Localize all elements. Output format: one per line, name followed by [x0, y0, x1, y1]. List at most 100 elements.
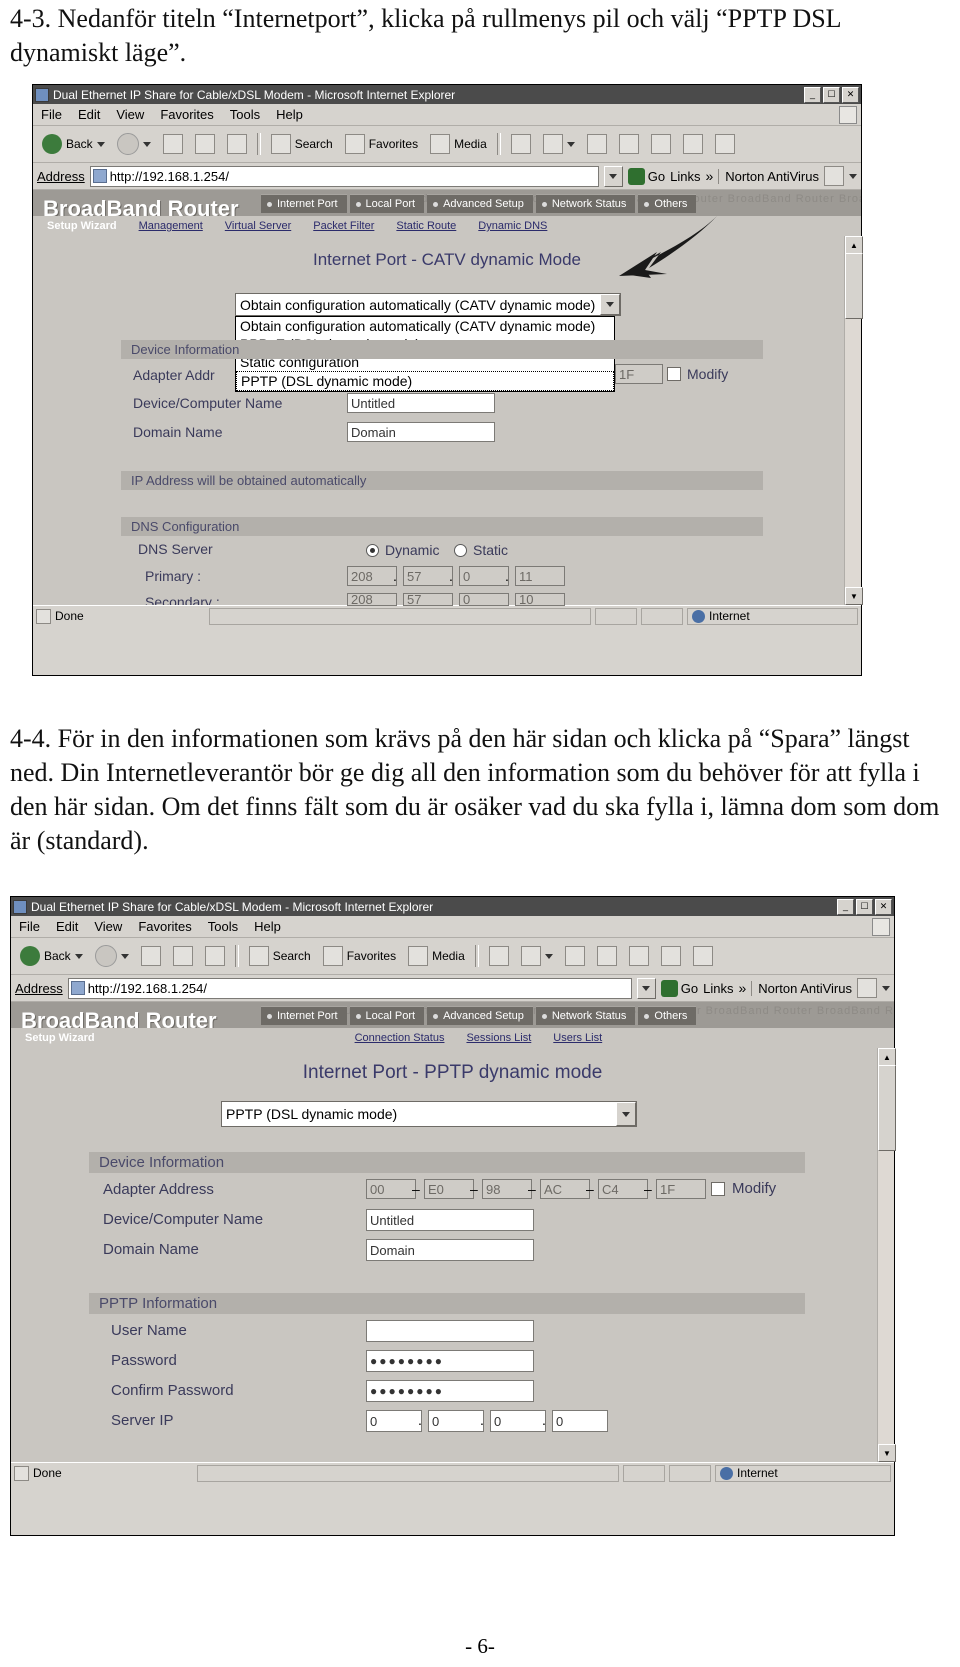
- device-name-input-1[interactable]: Untitled: [347, 393, 495, 413]
- norton-icon[interactable]: [824, 166, 844, 186]
- domain-name-input-2[interactable]: Domain: [366, 1239, 534, 1261]
- router-nav-1[interactable]: Internet Port Local Port Advanced Setup …: [261, 194, 697, 213]
- server-ip-octet-4[interactable]: 0: [552, 1410, 608, 1432]
- discuss-button[interactable]: [646, 132, 676, 156]
- mode-dropdown-1[interactable]: Obtain configuration automatically (CATV…: [235, 293, 621, 316]
- server-ip-octet-2[interactable]: 0: [428, 1410, 484, 1432]
- dns-dynamic-radio-row[interactable]: Dynamic: [366, 542, 439, 558]
- mail-button[interactable]: [538, 132, 580, 156]
- menu-view-2[interactable]: View: [86, 917, 130, 936]
- modify-checkbox-1[interactable]: [667, 367, 681, 381]
- nav-network-status-2[interactable]: Network Status: [535, 1006, 636, 1025]
- secondary-dns-octet-1[interactable]: 208: [347, 593, 397, 606]
- dns-static-radio-row[interactable]: Static: [454, 542, 508, 558]
- confirm-password-input[interactable]: ●●●●●●●●: [366, 1380, 534, 1402]
- chevron-down-icon[interactable]: [882, 985, 890, 991]
- minimize-button-2[interactable]: _: [837, 898, 854, 915]
- scroll-thumb-2[interactable]: [878, 1065, 896, 1151]
- chevron-down-icon[interactable]: [120, 953, 129, 959]
- menu-help-2[interactable]: Help: [246, 917, 289, 936]
- nav-local-port-2[interactable]: Local Port: [349, 1006, 425, 1025]
- edit-button[interactable]: [614, 132, 644, 156]
- chevron-down-icon[interactable]: [600, 294, 620, 315]
- people-button[interactable]: [710, 132, 740, 156]
- modify-checkbox-row-2[interactable]: Modify: [711, 1180, 776, 1197]
- people-button-2[interactable]: [688, 944, 718, 968]
- menu-tools[interactable]: Tools: [222, 105, 268, 124]
- discuss-button-2[interactable]: [624, 944, 654, 968]
- router-subnav-2[interactable]: Setup Wizard Connection Status Sessions …: [11, 1028, 894, 1048]
- refresh-button-2[interactable]: [168, 944, 198, 968]
- subnav-connection-status[interactable]: Connection Status: [355, 1032, 445, 1044]
- print-button-2[interactable]: [560, 944, 590, 968]
- norton-icon-2[interactable]: [857, 978, 877, 998]
- maximize-button-2[interactable]: ☐: [856, 898, 873, 915]
- mac-octet-5[interactable]: C4: [598, 1179, 648, 1199]
- nav-local-port[interactable]: Local Port: [349, 194, 425, 213]
- subnav-packet-filter[interactable]: Packet Filter: [313, 220, 374, 232]
- favorites-button[interactable]: Favorites: [340, 132, 423, 156]
- secondary-dns-octet-4[interactable]: 10: [515, 593, 565, 606]
- print-button[interactable]: [582, 132, 612, 156]
- nav-internet-port[interactable]: Internet Port: [261, 194, 347, 213]
- subnav-virtual-server[interactable]: Virtual Server: [225, 220, 291, 232]
- option-pptp[interactable]: PPTP (DSL dynamic mode): [236, 371, 614, 391]
- mac-octet-1[interactable]: 00: [366, 1179, 416, 1199]
- menu-file[interactable]: File: [33, 105, 70, 124]
- primary-dns-octet-1[interactable]: 208: [347, 566, 397, 586]
- scroll-thumb-1[interactable]: [845, 253, 863, 319]
- search-button-2[interactable]: Search: [244, 944, 316, 968]
- menu-tools-2[interactable]: Tools: [200, 917, 246, 936]
- links-label-2[interactable]: Links: [703, 981, 733, 996]
- links-chevron-icon[interactable]: »: [706, 168, 714, 184]
- maximize-button[interactable]: ☐: [823, 86, 840, 103]
- nav-advanced-setup-2[interactable]: Advanced Setup: [427, 1006, 533, 1025]
- modify-checkbox-2[interactable]: [711, 1181, 725, 1196]
- links-chevron-icon-2[interactable]: »: [739, 980, 747, 996]
- address-dropdown-button[interactable]: [603, 165, 623, 187]
- addressbar-2[interactable]: Address http://192.168.1.254/ Go Links »…: [11, 975, 894, 1002]
- toolbar-2[interactable]: Back Search Favorites Media: [11, 938, 894, 975]
- subnav-management[interactable]: Management: [139, 220, 203, 232]
- nav-internet-port-2[interactable]: Internet Port: [261, 1006, 347, 1025]
- menubar-2[interactable]: File Edit View Favorites Tools Help: [11, 916, 894, 938]
- menu-favorites-2[interactable]: Favorites: [130, 917, 199, 936]
- user-name-input[interactable]: [366, 1320, 534, 1342]
- primary-dns-octet-2[interactable]: 57: [403, 566, 453, 586]
- stop-button[interactable]: [158, 132, 188, 156]
- messenger-button[interactable]: [678, 132, 708, 156]
- messenger-button-2[interactable]: [656, 944, 686, 968]
- setup-wizard-label-2[interactable]: Setup Wizard: [25, 1032, 95, 1044]
- content-scrollbar-1[interactable]: ▲ ▼: [844, 236, 863, 605]
- close-button[interactable]: ✕: [842, 86, 859, 103]
- go-button[interactable]: Go: [627, 167, 665, 185]
- nav-others-2[interactable]: Others: [638, 1006, 697, 1025]
- stop-button-2[interactable]: [136, 944, 166, 968]
- scroll-up-button-2[interactable]: ▲: [878, 1048, 896, 1066]
- mac-octet-4[interactable]: AC: [540, 1179, 590, 1199]
- primary-dns-octet-4[interactable]: 11: [515, 566, 565, 586]
- forward-button-2[interactable]: [90, 943, 134, 969]
- server-ip-octet-1[interactable]: 0: [366, 1410, 422, 1432]
- dynamic-radio[interactable]: [366, 543, 379, 557]
- menu-edit[interactable]: Edit: [70, 105, 108, 124]
- address-dropdown-button-2[interactable]: [636, 977, 656, 999]
- forward-button[interactable]: [112, 131, 156, 157]
- home-button[interactable]: [222, 132, 252, 156]
- subnav-dynamic-dns[interactable]: Dynamic DNS: [478, 220, 547, 232]
- mac-octet-2[interactable]: E0: [424, 1179, 474, 1199]
- primary-dns-octet-3[interactable]: 0: [459, 566, 509, 586]
- scroll-down-button-2[interactable]: ▼: [878, 1444, 896, 1462]
- toolbar-1[interactable]: Back Search Favorites Media: [33, 126, 861, 163]
- mac-octet-3[interactable]: 98: [482, 1179, 532, 1199]
- refresh-button[interactable]: [190, 132, 220, 156]
- mode-dropdown-2[interactable]: PPTP (DSL dynamic mode): [221, 1101, 637, 1127]
- subnav-users-list[interactable]: Users List: [553, 1032, 602, 1044]
- back-button-2[interactable]: Back: [15, 944, 88, 968]
- minimize-button[interactable]: _: [804, 86, 821, 103]
- chevron-down-icon[interactable]: [616, 1102, 636, 1126]
- edit-button-2[interactable]: [592, 944, 622, 968]
- go-button-2[interactable]: Go: [660, 979, 698, 997]
- chevron-down-icon[interactable]: [566, 141, 575, 147]
- nav-advanced-setup[interactable]: Advanced Setup: [427, 194, 533, 213]
